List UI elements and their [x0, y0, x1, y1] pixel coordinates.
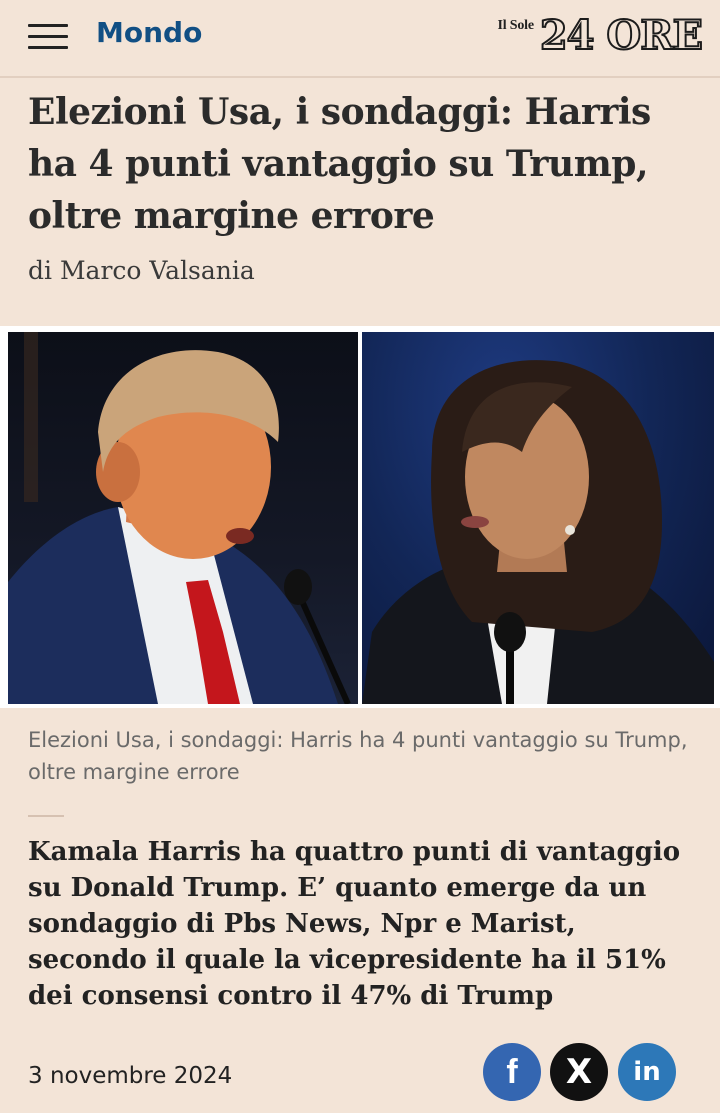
logo-big-text: 24 ORE [539, 12, 704, 59]
il-sole-24-ore-logo[interactable]: Il Sole 24 ORE [497, 12, 705, 62]
logo-small-text: Il Sole [497, 18, 535, 33]
linkedin-share-button[interactable]: in [618, 1043, 676, 1101]
x-twitter-icon: X [565, 1052, 593, 1092]
photo-harris [362, 332, 714, 704]
top-bar: Mondo Il Sole 24 ORE [0, 0, 720, 78]
photo-trump [8, 332, 358, 704]
publish-date: 3 novembre 2024 [28, 1063, 233, 1089]
facebook-icon: f [506, 1052, 518, 1091]
hamburger-menu-icon[interactable] [28, 24, 68, 50]
facebook-share-button[interactable]: f [483, 1043, 541, 1101]
linkedin-icon: in [633, 1057, 661, 1087]
header-divider [0, 76, 720, 78]
caption-divider [28, 815, 64, 817]
x-share-button[interactable]: X [550, 1043, 608, 1101]
article-lede: Kamala Harris ha quattro punti di vantag… [28, 837, 681, 1011]
section-link-mondo[interactable]: Mondo [96, 16, 202, 49]
photo-caption: Elezioni Usa, i sondaggi: Harris ha 4 pu… [28, 728, 688, 784]
article-author[interactable]: di Marco Valsania [28, 256, 255, 285]
article-headline: Elezioni Usa, i sondaggi: Harris ha 4 pu… [28, 91, 651, 237]
